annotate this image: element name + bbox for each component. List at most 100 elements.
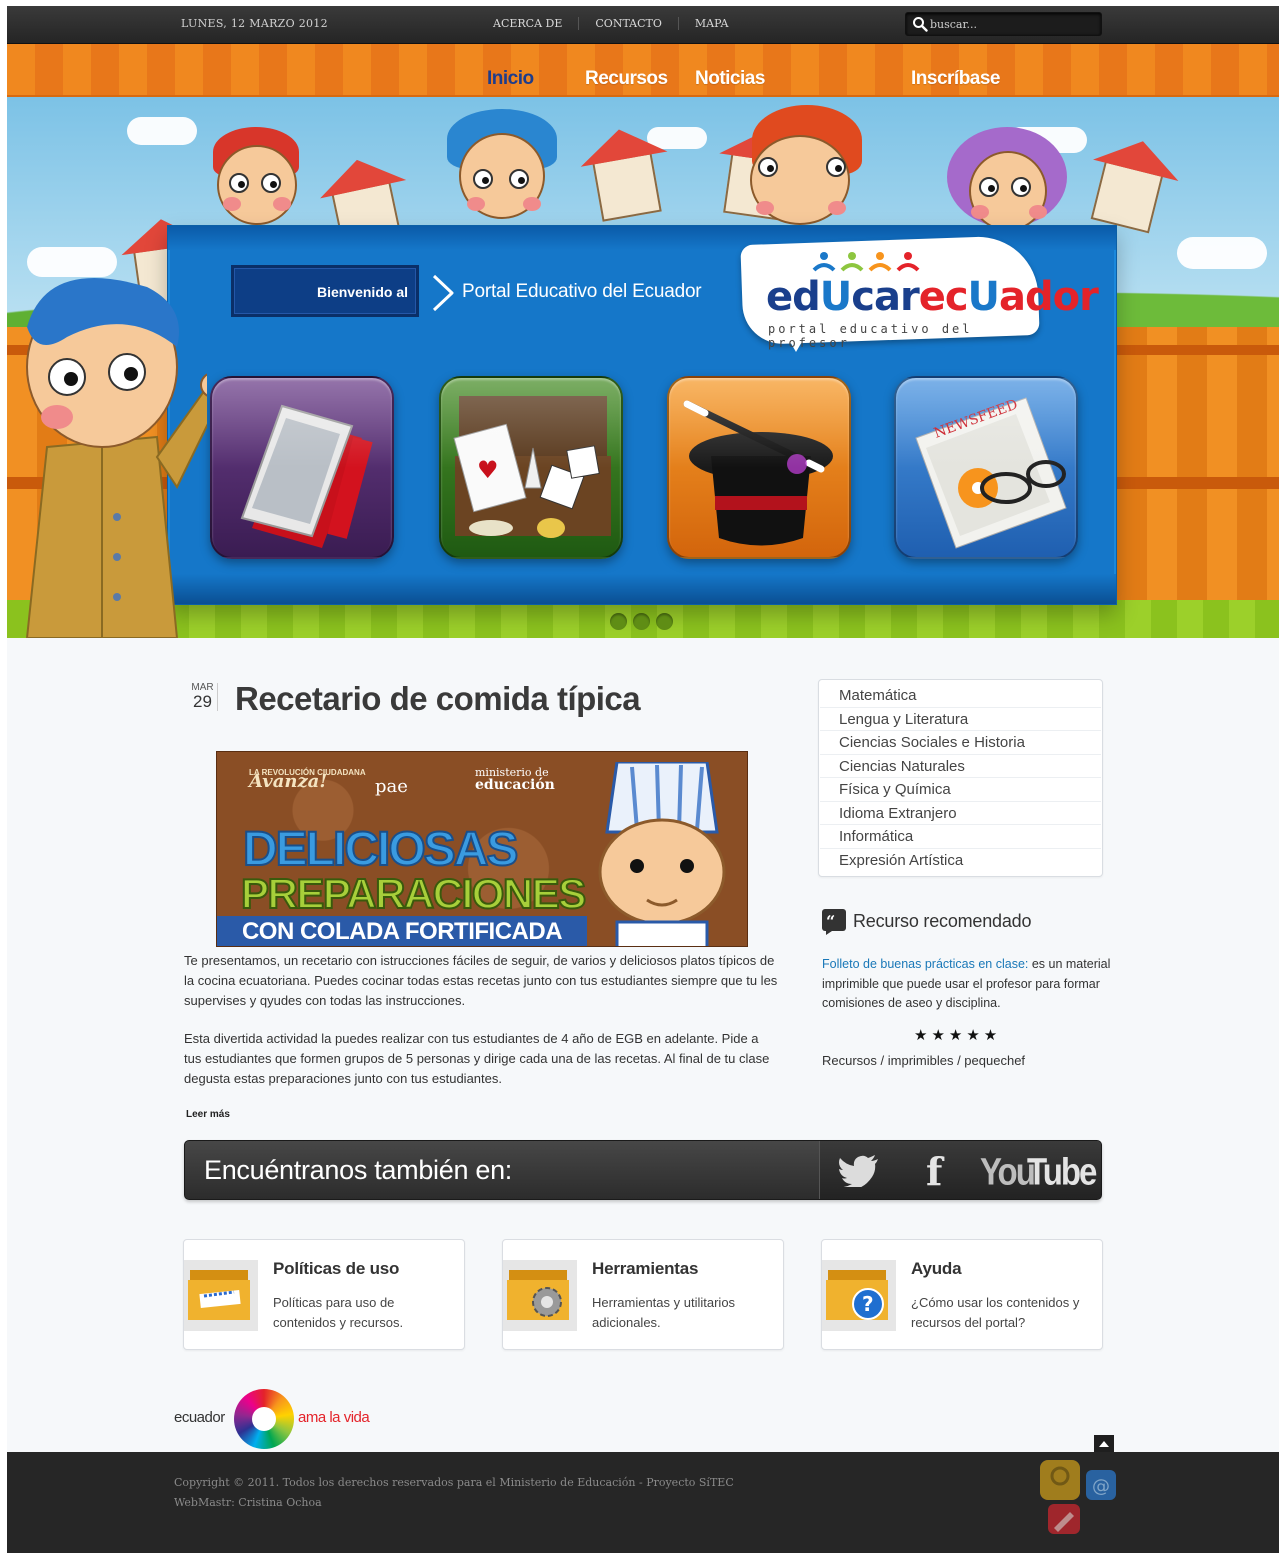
logo-figures-icon	[812, 252, 920, 272]
card-herramientas[interactable]: Herramientas Herramientas y utilitarios …	[502, 1239, 784, 1350]
search-input[interactable]	[930, 16, 1095, 33]
tile-gloss	[896, 378, 1076, 468]
footer: Copyright © 2011. Todos los derechos res…	[7, 1452, 1279, 1553]
banner-revolucion-tag: LA REVOLUCIÓN CIUDADANA Avanza!	[249, 768, 366, 792]
recommended-resource-title: Recurso recomendado	[853, 911, 1032, 931]
kid-eye	[1011, 177, 1031, 197]
youtube-icon[interactable]: You Tube	[980, 1150, 1097, 1193]
article-title[interactable]: Recetario de comida típica	[235, 680, 641, 718]
footer-badges-icon: @	[1040, 1460, 1116, 1534]
nav-item-inscribase[interactable]: Inscríbase	[911, 68, 1001, 90]
footer-webmaster: WebMastr: Cristina Ochoa	[174, 1496, 322, 1509]
educarecuador-logo: edUcarecUador portal educativo del profe…	[740, 234, 1099, 352]
tile-video[interactable]	[210, 376, 394, 559]
tile-gloss	[669, 378, 849, 468]
portal-title: Portal Educativo del Ecuador	[462, 281, 702, 302]
nav-item-noticias[interactable]: Noticias	[695, 68, 765, 90]
banner-headline-2: PREPARACIONES	[240, 869, 587, 918]
teacher-illustration	[25, 278, 207, 638]
logo-text-ecuador: ecuador	[174, 1409, 225, 1426]
footer-copyright: Copyright © 2011. Todos los derechos res…	[174, 1476, 734, 1489]
subject-item-informatica[interactable]: Informática	[820, 825, 1101, 849]
welcome-label-box: Bienvenido al	[231, 265, 419, 317]
nav-item-inicio[interactable]: Inicio	[487, 68, 534, 90]
top-link-contacto[interactable]: CONTACTO	[578, 17, 678, 30]
house-illustration	[592, 152, 662, 222]
article-paragraph-2: Esta divertida actividad la puedes reali…	[184, 1031, 770, 1086]
board-bottom-edge	[168, 574, 1116, 604]
card-description: Políticas para uso de contenidos y recur…	[273, 1295, 404, 1330]
top-link-mapa[interactable]: MAPA	[677, 17, 745, 30]
card-politicas[interactable]: Políticas de uso Políticas para uso de c…	[183, 1239, 465, 1350]
subjects-list: Matemática Lengua y Literatura Ciencias …	[818, 679, 1103, 877]
read-more-link[interactable]: Leer más	[186, 1109, 230, 1120]
subject-item-matematica[interactable]: Matemática	[820, 684, 1101, 708]
search-icon[interactable]	[912, 16, 928, 32]
social-icons: f You Tube	[819, 1141, 1101, 1199]
social-bar: Encuéntranos también en: f You Tube	[184, 1140, 1102, 1200]
subject-item-naturales[interactable]: Ciencias Naturales	[820, 755, 1101, 778]
kid-eye	[229, 173, 249, 193]
quote-icon: “	[822, 909, 846, 935]
card-description: Herramientas y utilitarios adicionales.	[592, 1295, 736, 1330]
card-title: Herramientas	[592, 1259, 699, 1278]
kid-eye	[509, 169, 529, 189]
kid-eye	[473, 169, 493, 189]
subject-item-idioma[interactable]: Idioma Extranjero	[820, 802, 1101, 825]
twitter-icon[interactable]	[838, 1155, 880, 1187]
subject-item-expresion[interactable]: Expresión Artística	[820, 849, 1101, 873]
banner-headline-3: CON COLADA FORTIFICADA	[217, 916, 587, 946]
tile-news[interactable]: NEWSFEED	[894, 376, 1078, 559]
facebook-icon[interactable]: f	[926, 1149, 942, 1194]
tile-gloss	[441, 378, 621, 468]
banner-headline-1: DELICIOSAS	[242, 822, 519, 877]
kid-cheek	[1029, 205, 1047, 219]
hero-banner: Bienvenido al Portal Educativo del Ecuad…	[7, 97, 1279, 638]
subject-item-sociales[interactable]: Ciencias Sociales e Historia	[820, 731, 1101, 755]
recommended-resource-path[interactable]: Recursos / imprimibles / pequechef	[822, 1053, 1025, 1068]
kid-cheek	[273, 197, 291, 211]
nav-item-recursos[interactable]: Recursos	[585, 68, 668, 90]
article-paragraph-1: Te presentamos, un recetario con istrucc…	[184, 953, 778, 1008]
top-links: ACERCA DE CONTACTO MAPA	[477, 17, 744, 30]
kid-eye	[826, 157, 846, 177]
youtube-you: You	[980, 1150, 1036, 1193]
slider-dot-2[interactable]	[633, 613, 650, 630]
top-utility-bar: LUNES, 12 MARZO 2012 ACERCA DE CONTACTO …	[7, 6, 1279, 44]
page: LUNES, 12 MARZO 2012 ACERCA DE CONTACTO …	[7, 6, 1279, 1553]
current-date: LUNES, 12 MARZO 2012	[181, 17, 328, 30]
article-banner-image[interactable]: LA REVOLUCIÓN CIUDADANA Avanza! pae mini…	[216, 751, 748, 947]
kid-illustration-redcap	[742, 105, 862, 225]
welcome-board: Bienvenido al Portal Educativo del Ecuad…	[167, 225, 1117, 605]
article-day: 29	[193, 692, 212, 711]
subject-item-fisica[interactable]: Física y Química	[820, 778, 1101, 802]
arrow-right-icon	[432, 274, 454, 312]
recommended-resource-link[interactable]: Folleto de buenas prácticas en clase:	[822, 957, 1028, 971]
card-title: Ayuda	[911, 1259, 962, 1278]
tile-games[interactable]: ♥	[439, 376, 623, 559]
logo-tagline: portal educativo del profesor	[768, 322, 973, 350]
kid-cheek	[971, 205, 989, 219]
banner-ministry-logo: ministerio de educación	[475, 766, 555, 792]
kid-eye	[758, 157, 778, 177]
svg-text:?: ?	[862, 1292, 874, 1316]
logo-wordmark: edUcarecUador	[766, 274, 1099, 320]
slider-dots	[610, 613, 673, 630]
subject-item-lengua[interactable]: Lengua y Literatura	[820, 708, 1101, 731]
kid-illustration-bluehair	[447, 109, 557, 219]
chef-illustration	[598, 762, 726, 946]
tile-magic[interactable]	[667, 376, 851, 559]
kid-cheek	[523, 197, 541, 211]
kid-illustration-redhair	[207, 127, 307, 227]
slider-dot-3[interactable]	[656, 613, 673, 630]
kid-illustration-purplehair	[947, 127, 1067, 237]
svg-text:@: @	[1092, 1476, 1110, 1497]
top-link-acerca[interactable]: ACERCA DE	[477, 17, 578, 30]
kid-eye	[261, 173, 281, 193]
card-ayuda[interactable]: ? Ayuda ¿Cómo usar los contenidos y recu…	[821, 1239, 1103, 1350]
banner-tag-2: Avanza!	[249, 771, 328, 792]
slider-dot-1[interactable]	[610, 613, 627, 630]
cloud	[127, 117, 197, 145]
kid-eye	[979, 177, 999, 197]
kid-cheek	[467, 197, 485, 211]
